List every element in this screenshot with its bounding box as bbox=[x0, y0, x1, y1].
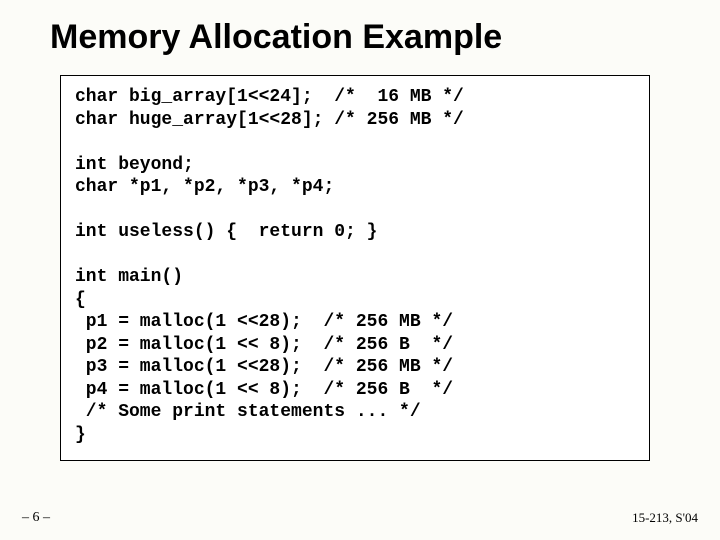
course-tag: 15-213, S'04 bbox=[632, 510, 698, 526]
slide: Memory Allocation Example char big_array… bbox=[0, 0, 720, 540]
code-block: char big_array[1<<24]; /* 16 MB */ char … bbox=[60, 75, 650, 461]
slide-title: Memory Allocation Example bbox=[50, 18, 680, 57]
page-number: – 6 – bbox=[22, 510, 50, 526]
